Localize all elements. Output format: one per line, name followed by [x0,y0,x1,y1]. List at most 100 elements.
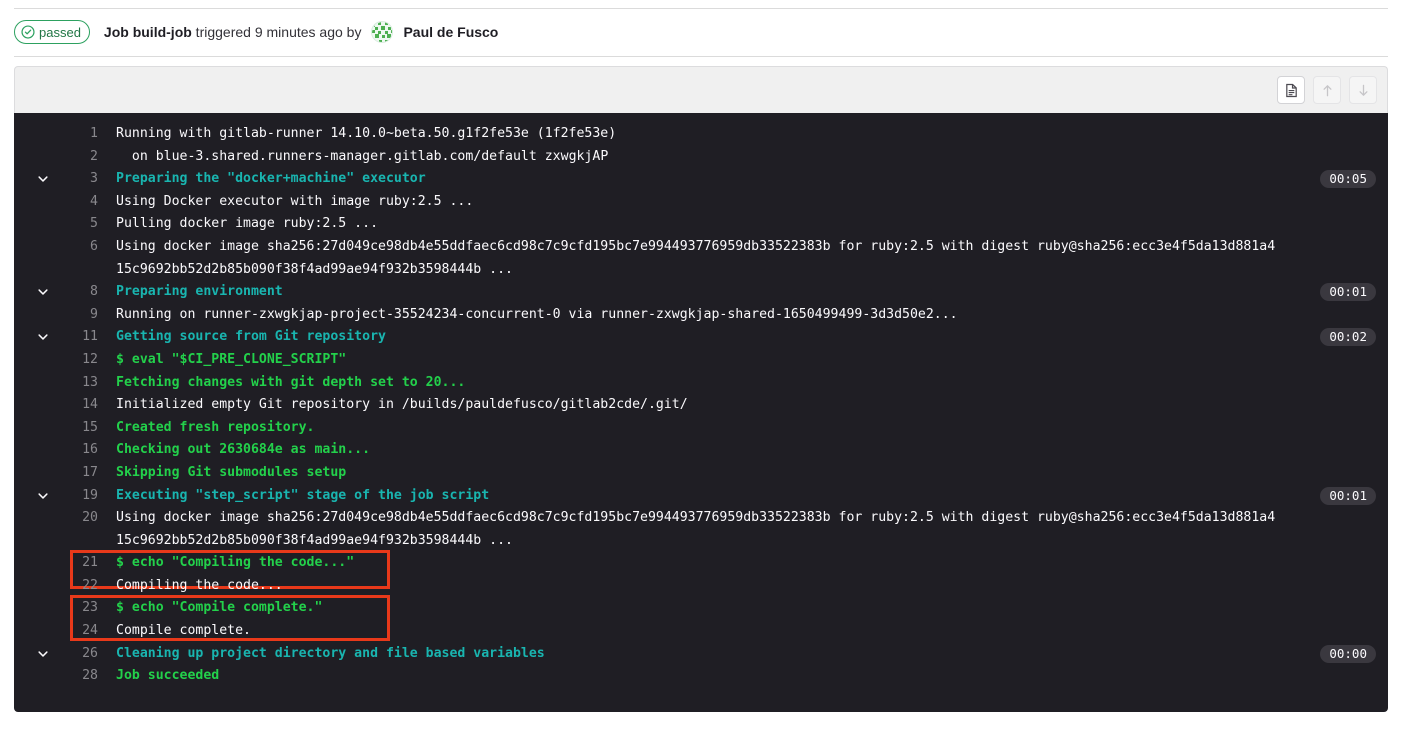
log-line-number: 1 [90,126,98,141]
log-line-text: Preparing the "docker+machine" executor [116,171,426,187]
log-line-text: on blue-3.shared.runners-manager.gitlab.… [116,148,609,164]
job-header: passed Job build-job triggered 9 minutes… [14,18,1388,46]
log-line: 23 $ echo "Compile complete." [14,597,1388,620]
log-line: 2 on blue-3.shared.runners-manager.gitla… [14,146,1388,169]
log-line-number: 23 [82,600,98,616]
log-line-text: Created fresh repository. [116,419,315,435]
status-badge[interactable]: passed [14,20,90,44]
log-line[interactable]: 8 Preparing environment 00:01 [14,281,1388,304]
log-line-text: Job succeeded [116,668,220,684]
log-toolbar [14,66,1388,113]
section-duration-badge: 00:05 [1320,170,1376,189]
log-line-text: Checking out 2630684e as main... [116,442,371,458]
header-divider-bottom [14,56,1388,57]
log-line-text: Running on runner-zxwgkjap-project-35524… [116,306,958,322]
document-icon [1284,83,1299,98]
log-output[interactable]: 1 Running with gitlab-runner 14.10.0~beta… [14,113,1388,712]
log-line: 21 $ echo "Compiling the code..." [14,552,1388,575]
job-log-panel: 1 Running with gitlab-runner 14.10.0~beta… [14,66,1388,712]
chevron-down-icon[interactable] [36,647,50,661]
log-line-number: 3 [90,171,98,187]
log-line: 15 Created fresh repository. [14,417,1388,440]
log-line-text: $ eval "$CI_PRE_CLONE_SCRIPT" [116,351,347,367]
log-line: 17 Skipping Git submodules setup [14,462,1388,485]
log-line-text: Cleaning up project directory and file b… [116,645,545,661]
show-raw-button[interactable] [1277,76,1305,104]
log-line[interactable]: 11 Getting source from Git repository 00:0… [14,326,1388,349]
log-line-text: Getting source from Git repository [116,329,386,345]
chevron-down-icon[interactable] [36,489,50,503]
page-title: Job build-job triggered 9 minutes ago by [104,24,362,40]
log-line: 24 Compile complete. [14,620,1388,643]
log-line-number: 12 [82,351,98,367]
scroll-to-bottom-button[interactable] [1349,76,1377,104]
log-line-number: 17 [82,464,98,480]
log-line: 22 Compiling the code... [14,575,1388,598]
log-line-number: 13 [82,374,98,390]
log-line-number: 19 [82,487,98,503]
log-line: 20 Using docker image sha256:27d049ce98db… [14,507,1388,552]
avatar[interactable] [371,21,394,43]
log-line-text: Executing "step_script" stage of the job… [116,487,490,503]
section-duration-badge: 00:00 [1320,644,1376,663]
log-line-number: 2 [90,148,98,164]
log-line-text: $ echo "Compile complete." [116,600,323,616]
log-line-text: Compile complete. [116,623,251,639]
log-line-number: 21 [82,555,98,571]
log-line-number: 26 [82,645,98,661]
chevron-down-icon[interactable] [36,172,50,186]
log-line-number: 14 [82,397,98,413]
log-line-number: 11 [82,329,98,345]
status-badge-label: passed [39,24,81,40]
chevron-down-icon[interactable] [36,330,50,344]
arrow-up-icon [1320,83,1335,98]
log-line-number: 28 [82,668,98,684]
log-line-number: 20 [82,510,98,526]
log-line[interactable]: 3 Preparing the "docker+machine" executor… [14,168,1388,191]
log-line: 4 Using Docker executor with image ruby:2… [14,191,1388,214]
log-line-number: 5 [90,216,98,232]
log-line: 6 Using docker image sha256:27d049ce98db4… [14,236,1388,281]
log-line: 12 $ eval "$CI_PRE_CLONE_SCRIPT" [14,349,1388,372]
log-line-number: 4 [90,193,98,209]
log-line-number: 15 [82,419,98,435]
log-line-text: Using Docker executor with image ruby:2.… [116,193,474,209]
log-line: 16 Checking out 2630684e as main... [14,439,1388,462]
log-line-number: 6 [90,238,98,254]
log-line-text: Initialized empty Git repository in /bui… [116,397,688,413]
section-duration-badge: 00:02 [1320,328,1376,347]
log-line-text: Pulling docker image ruby:2.5 ... [116,216,379,232]
log-line[interactable]: 26 Cleaning up project directory and file… [14,643,1388,666]
identicon-avatar-icon [372,22,393,42]
log-line-text: Fetching changes with git depth set to 2… [116,374,466,390]
log-line-text: $ echo "Compiling the code..." [116,555,355,571]
scroll-to-top-button[interactable] [1313,76,1341,104]
log-line-text: Using docker image sha256:27d049ce98db4e… [116,238,1276,277]
log-line: 9 Running on runner-zxwgkjap-project-3552… [14,304,1388,327]
log-line-text: Using docker image sha256:27d049ce98db4e… [116,510,1276,548]
triggered-by-user[interactable]: Paul de Fusco [403,24,498,40]
log-line: 13 Fetching changes with git depth set to… [14,372,1388,395]
section-duration-badge: 00:01 [1320,283,1376,302]
log-line-number: 16 [82,442,98,458]
log-line: 1 Running with gitlab-runner 14.10.0~beta… [14,123,1388,146]
log-line: 28 Job succeeded [14,665,1388,688]
chevron-down-icon[interactable] [36,285,50,299]
log-line: 14 Initialized empty Git repository in /b… [14,394,1388,417]
log-line-number: 24 [82,623,98,639]
log-line-text: Compiling the code... [116,577,283,593]
header-divider-top [14,8,1388,9]
log-line-text: Running with gitlab-runner 14.10.0~beta.… [116,126,617,141]
log-line[interactable]: 19 Executing "step_script" stage of the j… [14,485,1388,508]
log-line: 5 Pulling docker image ruby:2.5 ... [14,213,1388,236]
section-duration-badge: 00:01 [1320,486,1376,505]
arrow-down-icon [1356,83,1371,98]
log-line-number: 22 [82,577,98,593]
job-trigger-text: triggered 9 minutes ago by [191,24,362,40]
log-line-text: Skipping Git submodules setup [116,464,347,480]
check-circle-icon [21,25,35,39]
log-line-number: 9 [90,306,98,322]
job-name: Job build-job [103,24,192,40]
log-line-text: Preparing environment [116,284,283,300]
log-line-number: 8 [90,284,98,300]
